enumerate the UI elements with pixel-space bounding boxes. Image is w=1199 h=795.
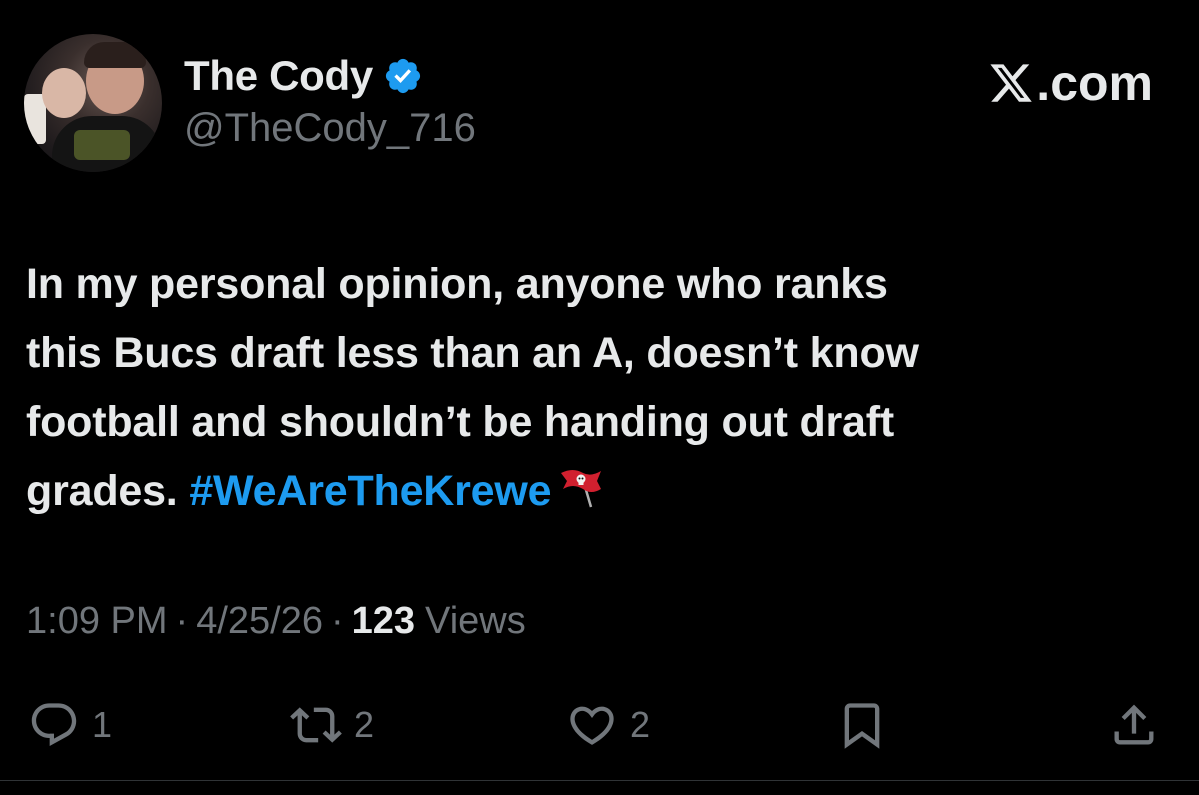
repost-button[interactable]: 2 <box>290 690 374 760</box>
share-button[interactable] <box>1108 690 1160 760</box>
bookmark-icon <box>844 703 880 749</box>
meta-separator: · <box>330 600 344 642</box>
like-count: 2 <box>630 704 651 745</box>
author-handle[interactable]: @TheCody_716 <box>184 106 476 151</box>
heart-icon <box>570 706 614 745</box>
buccaneers-flag-icon <box>557 463 605 511</box>
tweet-date[interactable]: 4/25/26 <box>196 600 323 643</box>
tweet-text-line: In my personal opinion, anyone who ranks <box>26 260 888 308</box>
meta-separator: · <box>175 600 189 642</box>
tweet-meta: 1:09 PM · 4/25/26 · 123 Views <box>26 600 526 643</box>
reply-count: 1 <box>92 704 113 745</box>
views-count: 123 <box>351 600 416 642</box>
x-logo-text: .com <box>1036 55 1153 111</box>
repost-count: 2 <box>354 704 375 745</box>
avatar[interactable] <box>24 34 162 172</box>
tweet-text-line: football and shouldn’t be handing out dr… <box>26 398 895 446</box>
reply-icon <box>31 703 77 747</box>
reply-button[interactable]: 1 <box>28 690 112 760</box>
verified-badge-icon <box>383 56 423 96</box>
tweet-text-line: grades. #WeAreTheKrewe <box>26 457 1166 526</box>
share-icon <box>1114 704 1154 745</box>
tweet-time[interactable]: 1:09 PM <box>26 600 168 643</box>
avatar-photo-detail <box>74 130 130 160</box>
repost-icon <box>290 707 342 743</box>
like-button[interactable]: 2 <box>566 690 650 760</box>
tweet-text-segment: grades. <box>26 467 190 515</box>
author-name-row[interactable]: The Cody <box>184 50 423 102</box>
avatar-photo-detail <box>42 68 86 118</box>
avatar-photo-detail <box>84 42 146 68</box>
bookmark-button[interactable] <box>836 690 888 760</box>
x-logo[interactable]: .com <box>988 54 1153 112</box>
tweet-card: The Cody @TheCody_716 .com In my persona… <box>0 0 1199 795</box>
views-label: Views <box>425 600 526 642</box>
author-display-name[interactable]: The Cody <box>184 52 373 100</box>
action-bar: 1 2 2 <box>0 690 1199 760</box>
x-logo-icon <box>990 64 1033 102</box>
tweet-text-line: this Bucs draft less than an A, doesn’t … <box>26 329 919 377</box>
hashtag-link[interactable]: #WeAreTheKrewe <box>189 467 551 515</box>
tweet-text: In my personal opinion, anyone who ranks… <box>26 250 1166 526</box>
divider <box>0 780 1199 781</box>
